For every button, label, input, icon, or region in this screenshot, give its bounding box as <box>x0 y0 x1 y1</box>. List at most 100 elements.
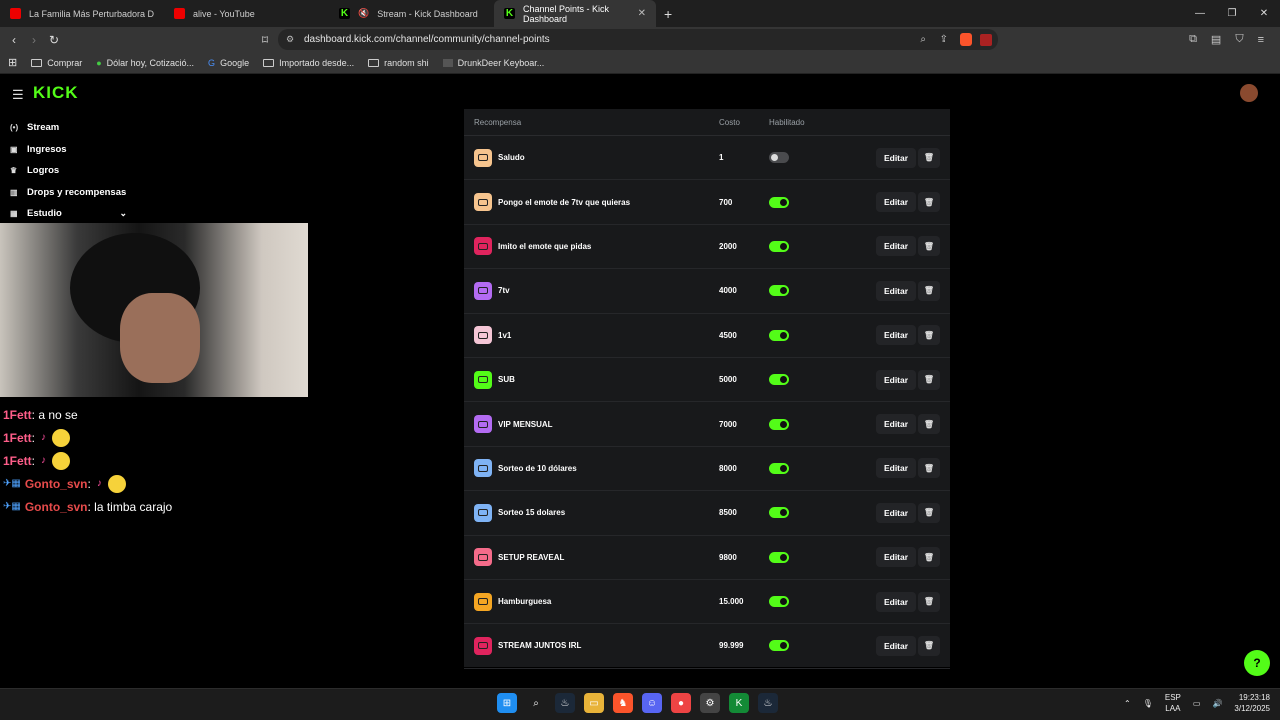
sidebar-item-logros[interactable]: ♛ Logros <box>0 160 135 182</box>
bookmark-dolar[interactable]: ● Dólar hoy, Cotizació... <box>96 58 194 68</box>
network-icon[interactable]: ▭ <box>1193 699 1201 708</box>
sidebar-item-stream[interactable]: (•) Stream <box>0 117 135 139</box>
enabled-toggle[interactable] <box>769 462 789 474</box>
steam-icon[interactable]: ♨ <box>555 693 575 713</box>
column-header-enabled: Habilitado <box>769 117 805 127</box>
steam-icon[interactable]: ♨ <box>758 693 778 713</box>
microphone-icon[interactable]: 🎙 <box>1143 699 1153 708</box>
muted-icon[interactable]: 🔇 <box>358 8 369 19</box>
edit-button[interactable]: Editar <box>876 502 916 523</box>
enabled-toggle[interactable] <box>769 196 789 208</box>
forward-icon[interactable]: › <box>24 33 44 47</box>
delete-icon[interactable]: 🗑 <box>918 236 940 257</box>
enabled-toggle[interactable] <box>769 374 789 386</box>
vpn-icon[interactable]: ⛉ <box>1235 33 1243 46</box>
address-bar[interactable]: ⚙ dashboard.kick.com/channel/community/c… <box>278 29 998 50</box>
delete-icon[interactable]: 🗑 <box>918 325 940 346</box>
edit-button[interactable]: Editar <box>876 547 916 568</box>
enabled-toggle[interactable] <box>769 551 789 563</box>
search-icon[interactable]: ⌕ <box>526 693 546 713</box>
edit-button[interactable]: Editar <box>876 369 916 390</box>
enabled-toggle[interactable] <box>769 240 789 252</box>
tab-stream-dashboard[interactable]: K 🔇 Stream - Kick Dashboard <box>329 0 494 27</box>
new-tab-button[interactable]: + <box>664 6 672 22</box>
settings-icon[interactable]: ⚙ <box>700 693 720 713</box>
edit-button[interactable]: Editar <box>876 236 916 257</box>
kick-app-icon[interactable]: K <box>729 693 749 713</box>
sidebar-item-drops[interactable]: ▥ Drops y recompensas <box>0 182 135 204</box>
tab-channel-points[interactable]: K Channel Points - Kick Dashboard ✕ <box>494 0 656 27</box>
discord-icon[interactable]: ☺ <box>642 693 662 713</box>
menu-icon[interactable]: ≡ <box>1258 34 1264 46</box>
system-tray: ⌃ 🎙 ESP LAA ▭ 🔊 19:23:18 3/12/2025 <box>1124 692 1270 714</box>
delete-icon[interactable]: 🗑 <box>918 547 940 568</box>
bookmark-label: Comprar <box>47 57 83 68</box>
obs-icon[interactable]: ● <box>671 693 691 713</box>
brave-shield-icon[interactable] <box>960 33 972 46</box>
sidebar-item-estudio[interactable]: ▦ Estudio ⌄ <box>0 203 135 225</box>
volume-icon[interactable]: 🔊 <box>1212 699 1222 708</box>
back-icon[interactable]: ‹ <box>4 33 24 47</box>
minimize-icon[interactable]: — <box>1184 0 1216 27</box>
chevron-up-icon[interactable]: ⌃ <box>1124 699 1131 708</box>
edit-button[interactable]: Editar <box>876 147 916 168</box>
bookmark-importado[interactable]: Importado desde... <box>263 58 354 68</box>
sidebar-item-ingresos[interactable]: ▣ Ingresos <box>0 139 135 161</box>
kick-logo[interactable]: KICK <box>33 83 79 103</box>
clock[interactable]: 19:23:18 3/12/2025 <box>1234 692 1270 714</box>
chevron-down-icon[interactable]: ⌄ <box>119 208 127 219</box>
delete-icon[interactable]: 🗑 <box>918 635 940 656</box>
delete-icon[interactable]: 🗑 <box>918 591 940 612</box>
kick-icon: K <box>339 8 350 19</box>
edit-button[interactable]: Editar <box>876 325 916 346</box>
enabled-toggle[interactable] <box>769 285 789 297</box>
delete-icon[interactable]: 🗑 <box>918 458 940 479</box>
bookmark-random[interactable]: random shi <box>368 58 429 68</box>
reward-name: VIP MENSUAL <box>498 419 553 429</box>
hamburger-menu-icon[interactable]: ☰ <box>12 87 24 103</box>
language-indicator[interactable]: ESP LAA <box>1165 692 1181 714</box>
bookmark-drunkdeer[interactable]: DrunkDeer Keyboar... <box>442 58 544 68</box>
user-avatar[interactable] <box>1240 84 1258 102</box>
file-explorer-icon[interactable]: ▭ <box>584 693 604 713</box>
site-info-icon[interactable]: ⚙ <box>286 34 294 45</box>
sidebar-icon[interactable]: ▤ <box>1211 33 1221 46</box>
enabled-toggle[interactable] <box>769 329 789 341</box>
reward-cost: 9800 <box>719 552 737 562</box>
bookmark-google[interactable]: G Google <box>208 58 249 68</box>
extensions-icon[interactable]: ⧉ <box>1189 33 1197 46</box>
enabled-toggle[interactable] <box>769 640 789 652</box>
zoom-icon[interactable]: ⌕ <box>920 34 926 45</box>
delete-icon[interactable]: 🗑 <box>918 147 940 168</box>
edit-button[interactable]: Editar <box>876 591 916 612</box>
share-icon[interactable]: ⇪ <box>940 34 948 45</box>
delete-icon[interactable]: 🗑 <box>918 192 940 213</box>
tab-alive-youtube[interactable]: alive - YouTube <box>164 0 329 27</box>
delete-icon[interactable]: 🗑 <box>918 502 940 523</box>
apps-icon[interactable]: ⊞ <box>8 56 17 69</box>
edit-button[interactable]: Editar <box>876 458 916 479</box>
close-tab-icon[interactable]: ✕ <box>638 8 646 19</box>
enabled-toggle[interactable] <box>769 596 789 608</box>
bookmark-comprar[interactable]: Comprar <box>31 58 82 68</box>
edit-button[interactable]: Editar <box>876 280 916 301</box>
tab-tiktok-video[interactable]: La Familia Más Perturbadora De TikTo <box>0 0 164 27</box>
edit-button[interactable]: Editar <box>876 192 916 213</box>
delete-icon[interactable]: 🗑 <box>918 369 940 390</box>
windows-start-icon[interactable]: ⊞ <box>497 693 517 713</box>
enabled-toggle[interactable] <box>769 418 789 430</box>
edit-button[interactable]: Editar <box>876 414 916 435</box>
brave-browser-icon[interactable]: ♞ <box>613 693 633 713</box>
reload-icon[interactable]: ↻ <box>44 33 64 47</box>
help-chat-button[interactable]: ? <box>1244 650 1270 676</box>
delete-icon[interactable]: 🗑 <box>918 414 940 435</box>
enabled-toggle[interactable] <box>769 152 789 164</box>
restore-icon[interactable]: ❐ <box>1216 0 1248 27</box>
brave-rewards-icon[interactable] <box>980 33 992 46</box>
close-window-icon[interactable]: ✕ <box>1248 0 1280 27</box>
bookmark-icon[interactable]: ⌑ <box>255 33 275 47</box>
delete-icon[interactable]: 🗑 <box>918 280 940 301</box>
enabled-toggle[interactable] <box>769 507 789 519</box>
edit-button[interactable]: Editar <box>876 635 916 656</box>
reward-cost: 7000 <box>719 419 737 429</box>
